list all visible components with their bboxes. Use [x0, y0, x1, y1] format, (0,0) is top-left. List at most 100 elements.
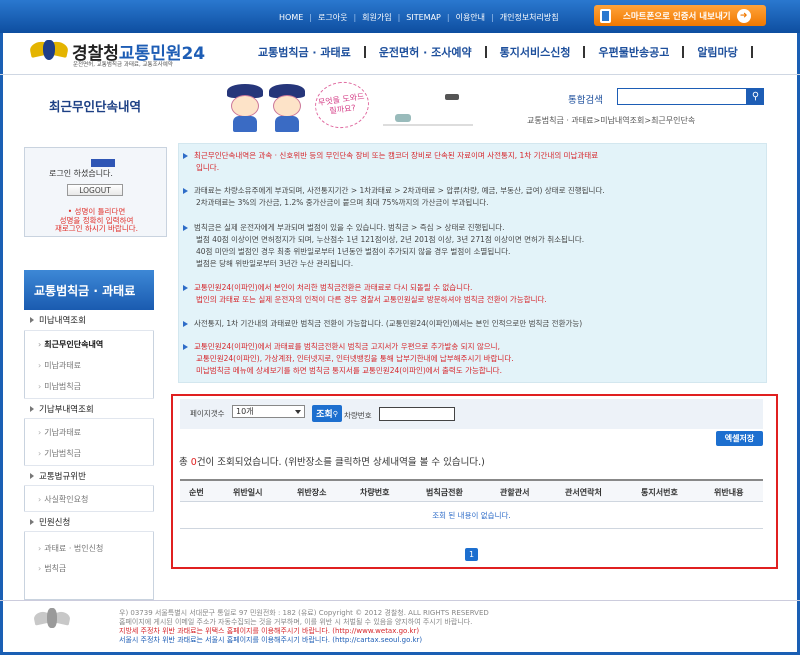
- bullet-icon: ›: [38, 494, 42, 504]
- triangle-right-icon: [30, 472, 34, 479]
- top-link-sitemap[interactable]: SITEMAP: [406, 13, 441, 22]
- side-item-label: 민원신청: [39, 517, 71, 528]
- car-icon: [395, 114, 411, 122]
- top-links: HOME | 로그아웃 | 회원가입 | SITEMAP | 이용안내 | 개인정보처리방…: [279, 12, 559, 23]
- notice-text: 사전통지, 1차 기간내의 과태료만 범칙금 전환이 가능합니다. (교통민원2…: [194, 319, 583, 328]
- nav-notify-service[interactable]: 통지서비스신청: [500, 44, 571, 60]
- page-count-select[interactable]: 10개: [232, 405, 305, 418]
- side-item-corporate-request[interactable]: › 과태료 · 법인신청: [24, 540, 154, 556]
- search-input[interactable]: [617, 88, 747, 105]
- notice-item: 교통민원24(이파인)에서 본인이 처리한 범칙금전환은 과태료로 다시 되돌릴…: [183, 282, 547, 306]
- search-icon: ⚲: [751, 91, 760, 102]
- notice-item: 최근무인단속내역은 과속 · 신호위반 등의 무인단속 장비 또는 캠코더 장비…: [183, 150, 598, 174]
- bullet-icon: ›: [38, 427, 42, 437]
- search-submit-label: 조회: [316, 410, 333, 420]
- side-item-paid-lookup[interactable]: 기납부내역조회: [24, 398, 154, 419]
- excel-save-button[interactable]: 엑셀저장: [716, 431, 763, 446]
- nav-returned-mail[interactable]: 우편물반송공고: [598, 44, 669, 60]
- arrow-bullet-icon: [183, 285, 188, 291]
- notice-text: 범칙금은 실제 운전자에게 부과되며 벌점이 있을 수 있습니다. 범칙금 > …: [194, 223, 505, 232]
- plate-number-input[interactable]: [379, 407, 455, 421]
- arrow-bullet-icon: [183, 321, 188, 327]
- nav-license[interactable]: 운전면허 · 조사예약: [379, 44, 472, 60]
- page-count-label: 페이지갯수: [190, 409, 225, 418]
- result-count-prefix: 총: [179, 457, 191, 468]
- notice-text: 미납범칙금 메뉴에 상세보기를 하면 범칙금 통지서를 교통민원24(이파인)에…: [196, 366, 502, 375]
- side-item-civil-request[interactable]: 민원신청: [24, 511, 154, 532]
- column-header: 관할관서: [500, 488, 530, 497]
- side-menu-heading: 교통범칙금 · 과태료: [24, 270, 154, 310]
- side-item-label: 범칙금: [44, 563, 67, 573]
- footer-cartax-link[interactable]: 서울시 주정차 위반 과태료는 서울시 홈페이지를 이용해주시기 바랍니다. (…: [119, 635, 422, 645]
- top-link-join[interactable]: 회원가입: [362, 12, 391, 23]
- arrow-right-icon: ➜: [736, 8, 751, 23]
- empty-result-row: 조회 된 내용이 없습니다.: [180, 502, 763, 529]
- bullet-icon: ›: [38, 543, 42, 553]
- search-button[interactable]: ⚲: [747, 88, 764, 105]
- logo-subtitle: 운전면허, 교통범칙금 과태료, 교통조사예약: [73, 62, 173, 68]
- triangle-right-icon: [30, 317, 34, 323]
- side-item-paid-penalty[interactable]: › 기납범칙금: [24, 445, 154, 461]
- notice-text: 교통민원24(이파인), 가상계좌, 인터넷지로, 인터넷뱅킹을 통해 납부기한…: [196, 354, 514, 363]
- result-count: 총 0건이 조회되었습니다. (위반장소를 클릭하면 상세내역을 볼 수 있습니…: [179, 454, 485, 468]
- police-mascot-icon: [267, 84, 307, 132]
- side-item-unpaid-fine[interactable]: › 미납과태료: [24, 357, 154, 373]
- side-item-paid-fine[interactable]: › 기납과태료: [24, 424, 154, 440]
- login-message: 로그인 하셨습니다.: [49, 169, 113, 178]
- column-header: 범칙금전환: [426, 488, 463, 497]
- breadcrumb: 교통범칙금 · 과태료>미납내역조회>최근무인단속: [527, 116, 696, 125]
- chevron-down-icon: [295, 410, 301, 414]
- arrow-bullet-icon: [183, 153, 188, 159]
- column-header: 차량번호: [360, 488, 390, 497]
- column-header: 위반일시: [233, 488, 263, 497]
- notice-text: 최근무인단속내역은 과속 · 신호위반 등의 무인단속 장비 또는 캠코더 장비…: [194, 151, 599, 160]
- login-warning-line: 재로그인 하시기 바랍니다.: [54, 224, 139, 234]
- nav-fines[interactable]: 교통범칙금 · 과태료: [258, 44, 351, 60]
- side-item-label: 기납부내역조회: [39, 404, 94, 415]
- page-title: 최근무인단속내역: [49, 99, 142, 114]
- nav-notice[interactable]: 알림마당: [697, 44, 737, 60]
- top-link-privacy[interactable]: 개인정보처리방침: [500, 12, 559, 23]
- notice-item: 사전통지, 1차 기간내의 과태료만 범칙금 전환이 가능합니다. (교통민원2…: [183, 318, 582, 330]
- header-divider: [0, 74, 800, 75]
- side-item-unpaid-penalty[interactable]: › 미납범칙금: [24, 378, 154, 394]
- side-item-label: 과태료 · 법인신청: [44, 543, 104, 553]
- notice-item: 범칙금은 실제 운전자에게 부과되며 벌점이 있을 수 있습니다. 범칙금 > …: [183, 222, 584, 270]
- side-item-label: 미납범칙금: [44, 381, 82, 391]
- column-header: 순번: [189, 488, 204, 497]
- result-count-suffix: 건이 조회되었습니다. (위반장소를 클릭하면 상세내역을 볼 수 있습니다.): [196, 457, 485, 468]
- notice-text: 2차과태료는 3%의 가산금, 1.2% 중가산금이 붙으며 최대 75%까지의…: [196, 198, 489, 207]
- top-link-home[interactable]: HOME: [279, 13, 303, 22]
- search-icon: ⚲: [332, 409, 338, 418]
- side-item-penalty-request[interactable]: › 범칙금: [24, 560, 154, 576]
- page-count-value: 10개: [236, 407, 254, 416]
- smartphone-cert-button[interactable]: 스마트폰으로 인증서 내보내기 ➜: [594, 5, 766, 26]
- cartoon-banner: 무엇을 도와드릴까요?: [215, 78, 485, 138]
- side-item-label: 미납과태료: [44, 360, 82, 370]
- smartphone-icon: [600, 8, 611, 23]
- top-link-logout[interactable]: 로그아웃: [318, 12, 347, 23]
- logout-button[interactable]: LOGOUT: [67, 184, 123, 196]
- site-logo[interactable]: 경찰청교통민원24 운전면허, 교통범칙금 과태료, 교통조사예약: [28, 38, 205, 68]
- side-item-fact-check[interactable]: › 사실확인요청: [24, 491, 154, 507]
- bullet-icon: ›: [38, 360, 42, 370]
- bullet-icon: ›: [38, 381, 42, 391]
- user-name-redacted: [91, 159, 115, 167]
- main-nav: 교통범칙금 · 과태료 운전면허 · 조사예약 통지서비스신청 우편물반송공고 …: [258, 44, 766, 60]
- arrow-bullet-icon: [183, 344, 188, 350]
- arrow-bullet-icon: [183, 225, 188, 231]
- help-bubble: 무엇을 도와드릴까요?: [312, 78, 372, 132]
- pagination-page[interactable]: 1: [465, 548, 478, 561]
- column-header: 위반내용: [714, 488, 744, 497]
- side-item-unpaid-lookup[interactable]: 미납내역조회: [24, 310, 154, 331]
- top-link-guide[interactable]: 이용안내: [456, 12, 485, 23]
- side-item-label: 미납내역조회: [39, 316, 86, 326]
- column-header: 위반장소: [297, 488, 327, 497]
- login-warning: • 성명이 틀리다면 성명을 정확히 입력하여 재로그인 하시기 바랍니다.: [29, 207, 164, 234]
- side-item-label: 최근무인단속내역: [44, 339, 104, 349]
- notice-item: 과태료는 차량소유주에게 부과되며, 사전통지기간 > 1차과태료 > 2차과태…: [183, 185, 605, 209]
- side-item-recent-enforcement[interactable]: › 최근무인단속내역: [24, 336, 154, 352]
- search-submit-button[interactable]: 조회 ⚲: [312, 405, 342, 422]
- side-item-traffic-violation[interactable]: 교통법규위반: [24, 465, 154, 486]
- notice-text: 벌점 40점 이상이면 면허정지가 되며, 누산점수 1년 121점이상, 2년…: [196, 235, 585, 244]
